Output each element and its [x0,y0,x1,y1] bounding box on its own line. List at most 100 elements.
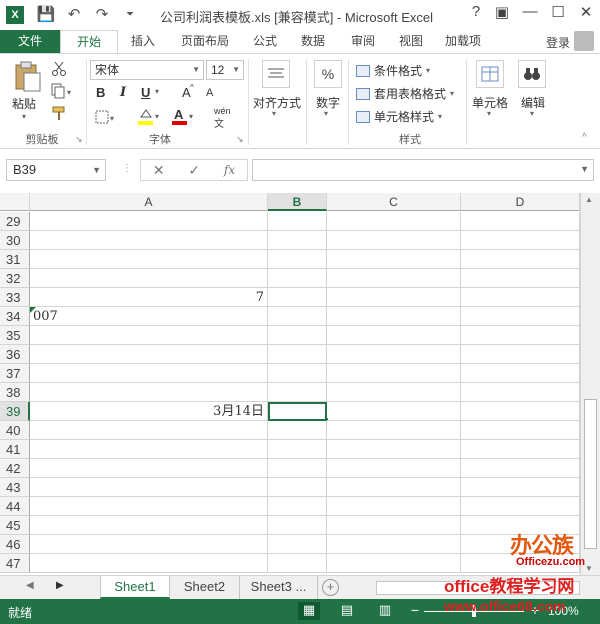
cell-d[interactable] [461,307,580,326]
name-box[interactable]: B39 ▼ [6,159,106,181]
close-icon[interactable]: ✕ [576,3,596,21]
cell-styles-button[interactable]: 单元格样式 ▾ [356,108,442,125]
alignment-icon[interactable] [262,60,290,88]
underline-button[interactable]: U [141,85,150,100]
format-as-table-button[interactable]: 套用表格格式 ▾ [356,85,454,102]
row-header[interactable]: 33 [0,288,30,307]
page-layout-view-icon[interactable]: ▤ [336,602,358,620]
row-header[interactable]: 31 [0,250,30,269]
cell-b[interactable] [268,459,327,478]
row-header[interactable]: 39 [0,402,30,421]
sheet-prev-icon[interactable]: ◀ [26,580,34,591]
cell-d[interactable] [461,421,580,440]
avatar[interactable] [574,31,594,51]
cell-b[interactable] [268,364,327,383]
select-all-corner[interactable] [0,193,30,211]
row-header[interactable]: 32 [0,269,30,288]
ribbon-display-icon[interactable]: ▣ [492,3,512,21]
formula-bar-grip-icon[interactable]: ⋮ [122,163,132,174]
paste-icon[interactable] [12,60,44,94]
cell-a[interactable] [30,212,268,231]
zoom-out-icon[interactable]: − [404,602,426,620]
cell-c[interactable] [327,497,461,516]
cell-b[interactable] [268,212,327,231]
cell-b[interactable] [268,421,327,440]
row-header[interactable]: 47 [0,554,30,573]
cell-a[interactable] [30,535,268,554]
cell-a[interactable] [30,250,268,269]
cell-b[interactable] [268,231,327,250]
underline-dropdown-icon[interactable]: ▾ [155,87,159,96]
cell-d[interactable] [461,383,580,402]
column-header-b[interactable]: B [268,193,327,211]
cell-a[interactable]: 007 [30,307,268,326]
cell-b[interactable] [268,440,327,459]
cell-c[interactable] [327,288,461,307]
row-header[interactable]: 42 [0,459,30,478]
cell-c[interactable] [327,402,461,421]
row-header[interactable]: 35 [0,326,30,345]
editing-dropdown-icon[interactable]: ▾ [530,109,534,118]
cell-a[interactable] [30,364,268,383]
font-launcher-icon[interactable]: ↘ [236,134,244,145]
sheet-tab-sheet3[interactable]: Sheet3 ... [240,576,318,599]
column-header-a[interactable]: A [30,193,268,211]
cell-b[interactable] [268,383,327,402]
cell-c[interactable] [327,231,461,250]
cell-d[interactable] [461,345,580,364]
paste-dropdown-icon[interactable]: ▾ [22,112,26,121]
cell-a[interactable]: 7 [30,288,268,307]
undo-icon[interactable]: ↶ [64,5,84,25]
cell-b[interactable] [268,478,327,497]
vertical-scrollbar[interactable]: ▲ ▼ [580,193,600,575]
cell-a[interactable] [30,497,268,516]
collapse-ribbon-icon[interactable]: ^ [582,132,587,143]
insert-function-icon[interactable]: fx [224,163,235,177]
row-header[interactable]: 29 [0,212,30,231]
expand-formula-icon[interactable]: ▼ [580,164,589,174]
cells-dropdown-icon[interactable]: ▾ [487,109,491,118]
cell-c[interactable] [327,250,461,269]
normal-view-icon[interactable]: ▦ [298,602,320,620]
clipboard-launcher-icon[interactable]: ↘ [75,134,83,145]
formula-input[interactable]: ▼ [252,159,594,181]
binoculars-icon[interactable] [518,60,546,88]
scroll-thumb[interactable] [584,399,597,549]
cell-a[interactable] [30,326,268,345]
tab-view[interactable]: 视图 [388,30,434,54]
minimize-icon[interactable]: — [520,3,540,20]
cell-d[interactable] [461,326,580,345]
tab-formulas[interactable]: 公式 [242,30,288,54]
cell-d[interactable] [461,212,580,231]
cell-c[interactable] [327,326,461,345]
cell-c[interactable] [327,269,461,288]
cell-c[interactable] [327,421,461,440]
cell-b[interactable] [268,250,327,269]
row-header[interactable]: 34 [0,307,30,326]
redo-icon[interactable]: ↷ [92,5,112,25]
cell-c[interactable] [327,535,461,554]
cell-a[interactable] [30,478,268,497]
customize-qat-icon[interactable]: ⏷ [120,5,140,25]
font-name-combo[interactable]: 宋体 ▼ [90,60,204,80]
alignment-dropdown-icon[interactable]: ▾ [272,109,276,118]
help-icon[interactable]: ? [466,3,486,20]
tab-insert[interactable]: 插入 [118,30,168,54]
cell-b[interactable] [268,554,327,573]
cell-d[interactable] [461,402,580,421]
row-header[interactable]: 40 [0,421,30,440]
border-icon[interactable]: ▾ [94,109,118,125]
cell-c[interactable] [327,345,461,364]
row-header[interactable]: 46 [0,535,30,554]
cell-b[interactable] [268,516,327,535]
cell-a[interactable] [30,383,268,402]
cell-a[interactable] [30,421,268,440]
cell-d[interactable] [461,364,580,383]
cell-a[interactable] [30,231,268,250]
cell-d[interactable] [461,269,580,288]
cell-d[interactable] [461,459,580,478]
cell-a[interactable] [30,459,268,478]
cell-d[interactable] [461,478,580,497]
row-header[interactable]: 38 [0,383,30,402]
row-header[interactable]: 37 [0,364,30,383]
